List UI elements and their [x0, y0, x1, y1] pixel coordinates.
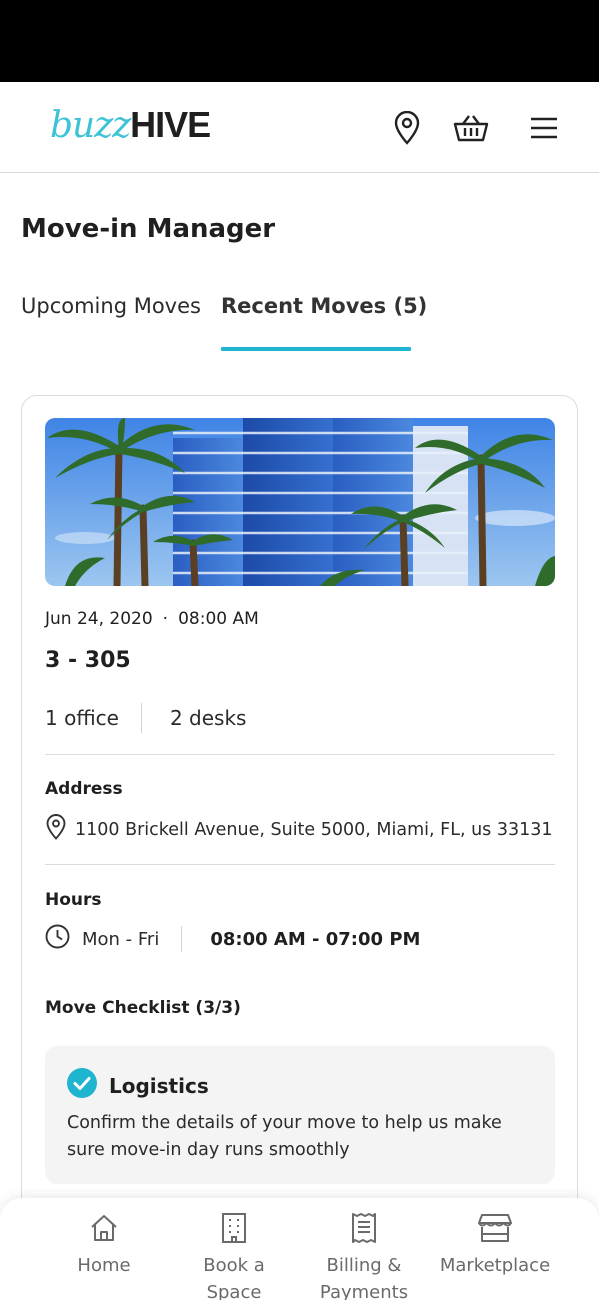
divider — [45, 864, 555, 865]
logo-buzz-text: buzz — [50, 105, 131, 146]
nav-item-billing-payments[interactable]: Billing & Payments — [299, 1210, 429, 1300]
hours-row: Mon - Fri 08:00 AM - 07:00 PM — [45, 924, 420, 954]
hours-time: 08:00 AM - 07:00 PM — [210, 928, 421, 950]
hamburger-menu-icon[interactable] — [526, 108, 562, 148]
move-tabs: Upcoming Moves Recent Moves (5) — [21, 294, 581, 354]
status-bar — [0, 0, 599, 82]
vertical-divider — [181, 926, 183, 952]
separator-dot: · — [162, 609, 169, 629]
address-row[interactable]: 1100 Brickell Avenue, Suite 5000, Miami,… — [45, 814, 553, 845]
hours-label: Hours — [45, 890, 102, 910]
bottom-navigation: Home Book a Space Billing & Payments Mar… — [0, 1198, 599, 1300]
tab-recent-moves[interactable]: Recent Moves (5) — [221, 294, 427, 318]
address-text: 1100 Brickell Avenue, Suite 5000, Miami,… — [75, 819, 553, 840]
tab-upcoming-moves[interactable]: Upcoming Moves — [21, 294, 201, 318]
nav-item-marketplace[interactable]: Marketplace — [430, 1210, 560, 1279]
move-time: 08:00 AM — [178, 609, 259, 629]
building-photo — [45, 418, 555, 586]
space-counts: 1 office 2 desks — [45, 703, 246, 733]
nav-item-label: Billing & Payments — [299, 1252, 429, 1300]
vertical-divider — [140, 703, 142, 733]
nav-label-line: Payments — [319, 1282, 409, 1300]
receipt-icon — [299, 1210, 429, 1246]
move-card[interactable]: Jun 24, 2020 · 08:00 AM 3 - 305 1 office 2… — [21, 395, 578, 1255]
nav-item-home[interactable]: Home — [39, 1210, 169, 1279]
building-icon — [169, 1210, 299, 1246]
nav-item-label: Home — [77, 1255, 131, 1276]
active-tab-indicator — [221, 347, 411, 351]
unit-number: 3 - 305 — [45, 648, 131, 673]
nav-label-line: Space — [206, 1282, 262, 1300]
checklist-item-title: Logistics — [109, 1073, 209, 1098]
nav-label-line: Book a — [203, 1255, 265, 1276]
checklist-item-description: Confirm the details of your move to help… — [67, 1113, 502, 1160]
location-pin-icon[interactable] — [389, 108, 425, 148]
address-label: Address — [45, 779, 123, 799]
move-date: Jun 24, 2020 — [45, 609, 153, 629]
checklist-item-logistics[interactable]: Logistics Confirm the details of your mo… — [45, 1046, 555, 1184]
clock-icon — [45, 924, 82, 954]
location-pin-icon — [45, 814, 75, 845]
storefront-icon — [430, 1210, 560, 1246]
nav-item-book-space[interactable]: Book a Space — [169, 1210, 299, 1300]
office-count: 1 office — [45, 706, 119, 730]
check-circle-icon — [67, 1068, 109, 1103]
nav-label-line: Billing & — [326, 1255, 402, 1276]
home-icon — [39, 1210, 169, 1246]
buzzhive-logo[interactable]: buzz HIVE — [50, 104, 211, 148]
divider — [45, 754, 555, 755]
logo-hive-text: HIVE — [130, 104, 211, 145]
move-datetime: Jun 24, 2020 · 08:00 AM — [45, 609, 259, 629]
nav-item-label: Marketplace — [439, 1255, 551, 1276]
basket-icon[interactable] — [453, 108, 489, 148]
app-header: buzz HIVE — [0, 82, 599, 173]
desk-count: 2 desks — [169, 706, 247, 730]
checklist-label: Move Checklist (3/3) — [45, 998, 241, 1018]
checklist-item-title-row: Logistics — [67, 1068, 209, 1103]
page-title: Move-in Manager — [21, 214, 276, 244]
hours-days: Mon - Fri — [82, 928, 160, 950]
nav-item-label: Book a Space — [169, 1252, 299, 1300]
